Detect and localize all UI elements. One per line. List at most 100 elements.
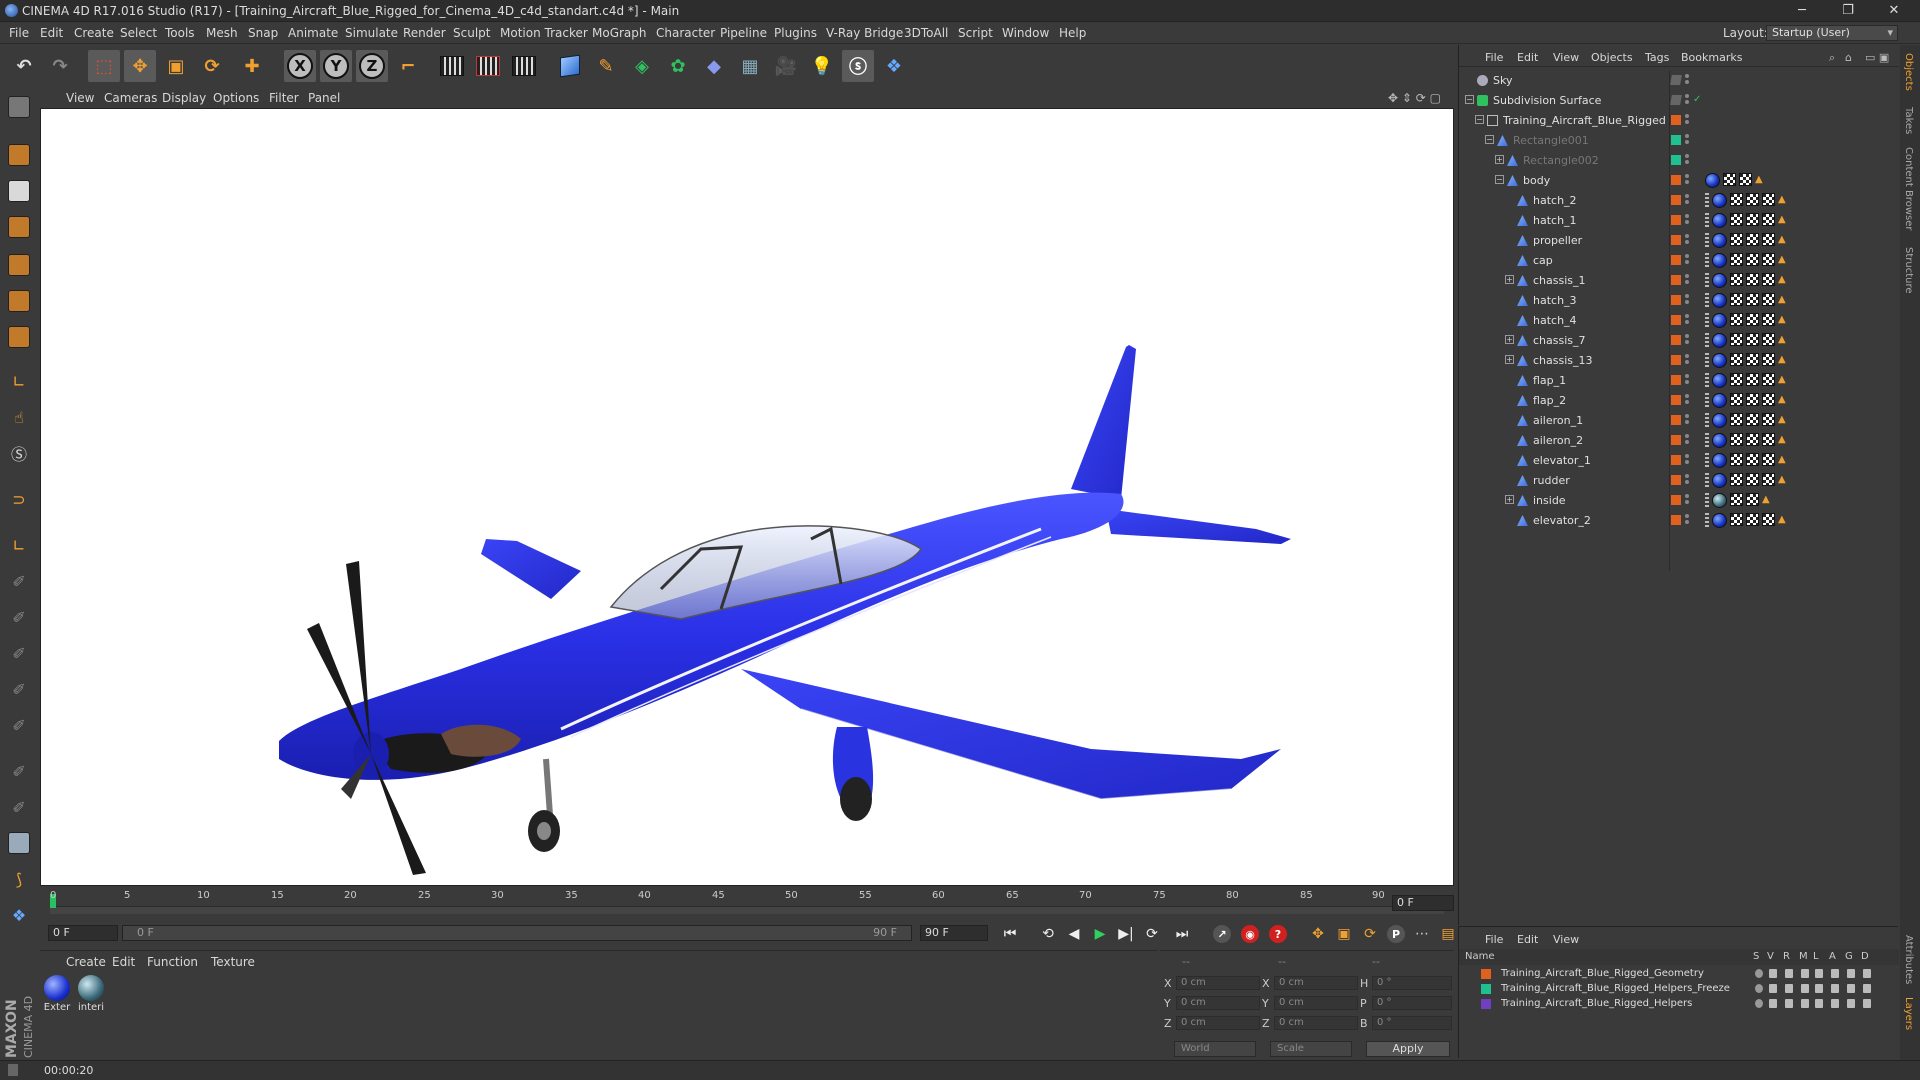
object-name[interactable]: aileron_2: [1533, 434, 1583, 447]
move-tool-icon[interactable]: ✥: [124, 50, 156, 82]
viewport-menu-cameras[interactable]: Cameras: [104, 91, 157, 105]
texture-tag-icon[interactable]: [1730, 453, 1743, 466]
frame-range-slider[interactable]: 0 F 90 F: [122, 925, 912, 941]
material-exterior[interactable]: Exter: [42, 975, 72, 1013]
viewport-nav-icons[interactable]: ✥ ⇕ ⟳ ▢: [1388, 91, 1441, 105]
selection-tag-icon[interactable]: ▲: [1778, 293, 1786, 309]
texture-tag-icon[interactable]: [1730, 353, 1743, 366]
texture-tag-icon[interactable]: [1762, 293, 1775, 306]
material-tag-icon[interactable]: [1712, 253, 1727, 268]
texture-tag-icon[interactable]: [1746, 193, 1759, 206]
layer-toggle-icon[interactable]: [1815, 969, 1823, 978]
layer-name[interactable]: Training_Aircraft_Blue_Rigged_Helpers: [1501, 998, 1692, 1009]
layer-row[interactable]: Training_Aircraft_Blue_Rigged_Geometry: [1459, 967, 1899, 982]
material-tag-icon[interactable]: [1712, 213, 1727, 228]
next-key-icon[interactable]: ⟳: [1140, 923, 1164, 945]
visibility-dots[interactable]: [1685, 354, 1689, 366]
layer-toggle-icon[interactable]: [1801, 969, 1809, 978]
selection-tag-icon[interactable]: ▲: [1778, 513, 1786, 529]
floor-grid-icon[interactable]: [4, 828, 34, 858]
tab-structure[interactable]: Structure: [1903, 247, 1914, 294]
texture-tag-icon[interactable]: [1746, 473, 1759, 486]
rotation-h-field[interactable]: 0 °: [1372, 976, 1452, 990]
layer-color-swatch[interactable]: [1671, 335, 1681, 345]
key-rotation-icon[interactable]: ⟳: [1358, 923, 1382, 945]
light-icon[interactable]: 💡: [806, 50, 838, 82]
object-name[interactable]: hatch_1: [1533, 214, 1577, 227]
texture-tag-icon[interactable]: [1762, 253, 1775, 266]
selection-tag-icon[interactable]: ▲: [1778, 253, 1786, 269]
menu-help[interactable]: Help: [1059, 26, 1086, 40]
object-row[interactable]: + chassis_1 ▲: [1459, 271, 1899, 291]
layer-toggle-icon[interactable]: [1831, 969, 1839, 978]
deformer-icon[interactable]: ◆: [698, 50, 730, 82]
layer-row[interactable]: Training_Aircraft_Blue_Rigged_Helpers: [1459, 997, 1899, 1012]
texture-tag-icon[interactable]: [1746, 213, 1759, 226]
layer-color-swatch[interactable]: [1671, 435, 1681, 445]
object-row[interactable]: hatch_2 ▲: [1459, 191, 1899, 211]
visibility-dots[interactable]: [1685, 194, 1689, 206]
layer-toggle-icon[interactable]: [1831, 984, 1839, 993]
texture-tag-icon[interactable]: [1746, 273, 1759, 286]
vray-icon[interactable]: ⓢ: [842, 50, 874, 82]
sculpt-icon[interactable]: ⟆: [4, 864, 34, 894]
selection-tag-icon[interactable]: ▲: [1778, 193, 1786, 209]
menu-pipeline[interactable]: Pipeline: [720, 26, 767, 40]
record-keys-icon[interactable]: ↗: [1210, 923, 1234, 945]
menu-motion-tracker[interactable]: Motion Tracker: [500, 26, 588, 40]
visibility-dots[interactable]: [1685, 154, 1689, 166]
texture-tag-icon[interactable]: [1746, 513, 1759, 526]
previous-key-icon[interactable]: ⟲: [1036, 923, 1060, 945]
tree-expander-icon[interactable]: +: [1505, 495, 1514, 504]
material-tag-icon[interactable]: [1712, 433, 1727, 448]
pen-spline-icon[interactable]: ✎: [590, 50, 622, 82]
key-pla-icon[interactable]: ⋯: [1410, 923, 1434, 945]
material-tag-icon[interactable]: [1712, 473, 1727, 488]
texture-tag-icon[interactable]: [1730, 273, 1743, 286]
size-x-field[interactable]: 0 cm: [1274, 976, 1358, 990]
layer-color-swatch[interactable]: [1671, 515, 1681, 525]
visibility-dots[interactable]: [1685, 74, 1689, 86]
redo-icon[interactable]: ↷: [44, 50, 76, 82]
object-row[interactable]: − Training_Aircraft_Blue_Rigged: [1459, 111, 1899, 131]
texture-tag-icon[interactable]: [1730, 393, 1743, 406]
tree-expander-icon[interactable]: −: [1465, 95, 1474, 104]
selection-tag-icon[interactable]: ▲: [1778, 413, 1786, 429]
layer-menu-file[interactable]: File: [1485, 933, 1503, 946]
edges-mode-icon[interactable]: [4, 286, 34, 316]
material-tag-icon[interactable]: [1712, 453, 1727, 468]
magnet-icon[interactable]: ⊃: [4, 484, 34, 514]
material-tag-icon[interactable]: [1712, 273, 1727, 288]
tree-expander-icon[interactable]: +: [1505, 335, 1514, 344]
layer-toggle-icon[interactable]: [1755, 969, 1763, 978]
layer-name[interactable]: Training_Aircraft_Blue_Rigged_Helpers_Fr…: [1501, 983, 1730, 994]
texture-tag-icon[interactable]: [1762, 233, 1775, 246]
object-name[interactable]: Sky: [1493, 74, 1512, 87]
layer-toggle-icon[interactable]: [1847, 969, 1855, 978]
selection-tag-icon[interactable]: ▲: [1778, 373, 1786, 389]
layer-toggle-icon[interactable]: [1831, 999, 1839, 1008]
texture-tag-icon[interactable]: [1762, 453, 1775, 466]
layer-name[interactable]: Training_Aircraft_Blue_Rigged_Geometry: [1501, 968, 1704, 979]
visibility-dots[interactable]: [1685, 394, 1689, 406]
material-tag-icon[interactable]: [1712, 353, 1727, 368]
object-row[interactable]: + chassis_13 ▲: [1459, 351, 1899, 371]
timeline-window-icon[interactable]: ▤: [1436, 923, 1460, 945]
layer-color-swatch[interactable]: [1671, 355, 1681, 365]
layer-color-swatch[interactable]: [1671, 195, 1681, 205]
rotation-b-field[interactable]: 0 °: [1372, 1016, 1452, 1030]
material-menu-texture[interactable]: Texture: [211, 955, 255, 969]
selection-tag-icon[interactable]: ▲: [1778, 473, 1786, 489]
texture-tag-icon[interactable]: [1730, 193, 1743, 206]
selection-tag-icon[interactable]: ▲: [1778, 393, 1786, 409]
cube-primitive-icon[interactable]: [554, 50, 586, 82]
visibility-dots[interactable]: [1685, 494, 1689, 506]
brush-axis-icon[interactable]: ∟: [4, 530, 34, 560]
brush-tool-5-icon[interactable]: ✐: [4, 710, 34, 740]
keyframe-selection-icon[interactable]: ?: [1266, 923, 1290, 945]
material-tag-icon[interactable]: [1712, 513, 1727, 528]
layer-color-swatch[interactable]: [1671, 495, 1681, 505]
texture-tag-icon[interactable]: [1746, 253, 1759, 266]
object-row[interactable]: rudder ▲: [1459, 471, 1899, 491]
x-axis-lock-button[interactable]: X: [284, 50, 316, 82]
